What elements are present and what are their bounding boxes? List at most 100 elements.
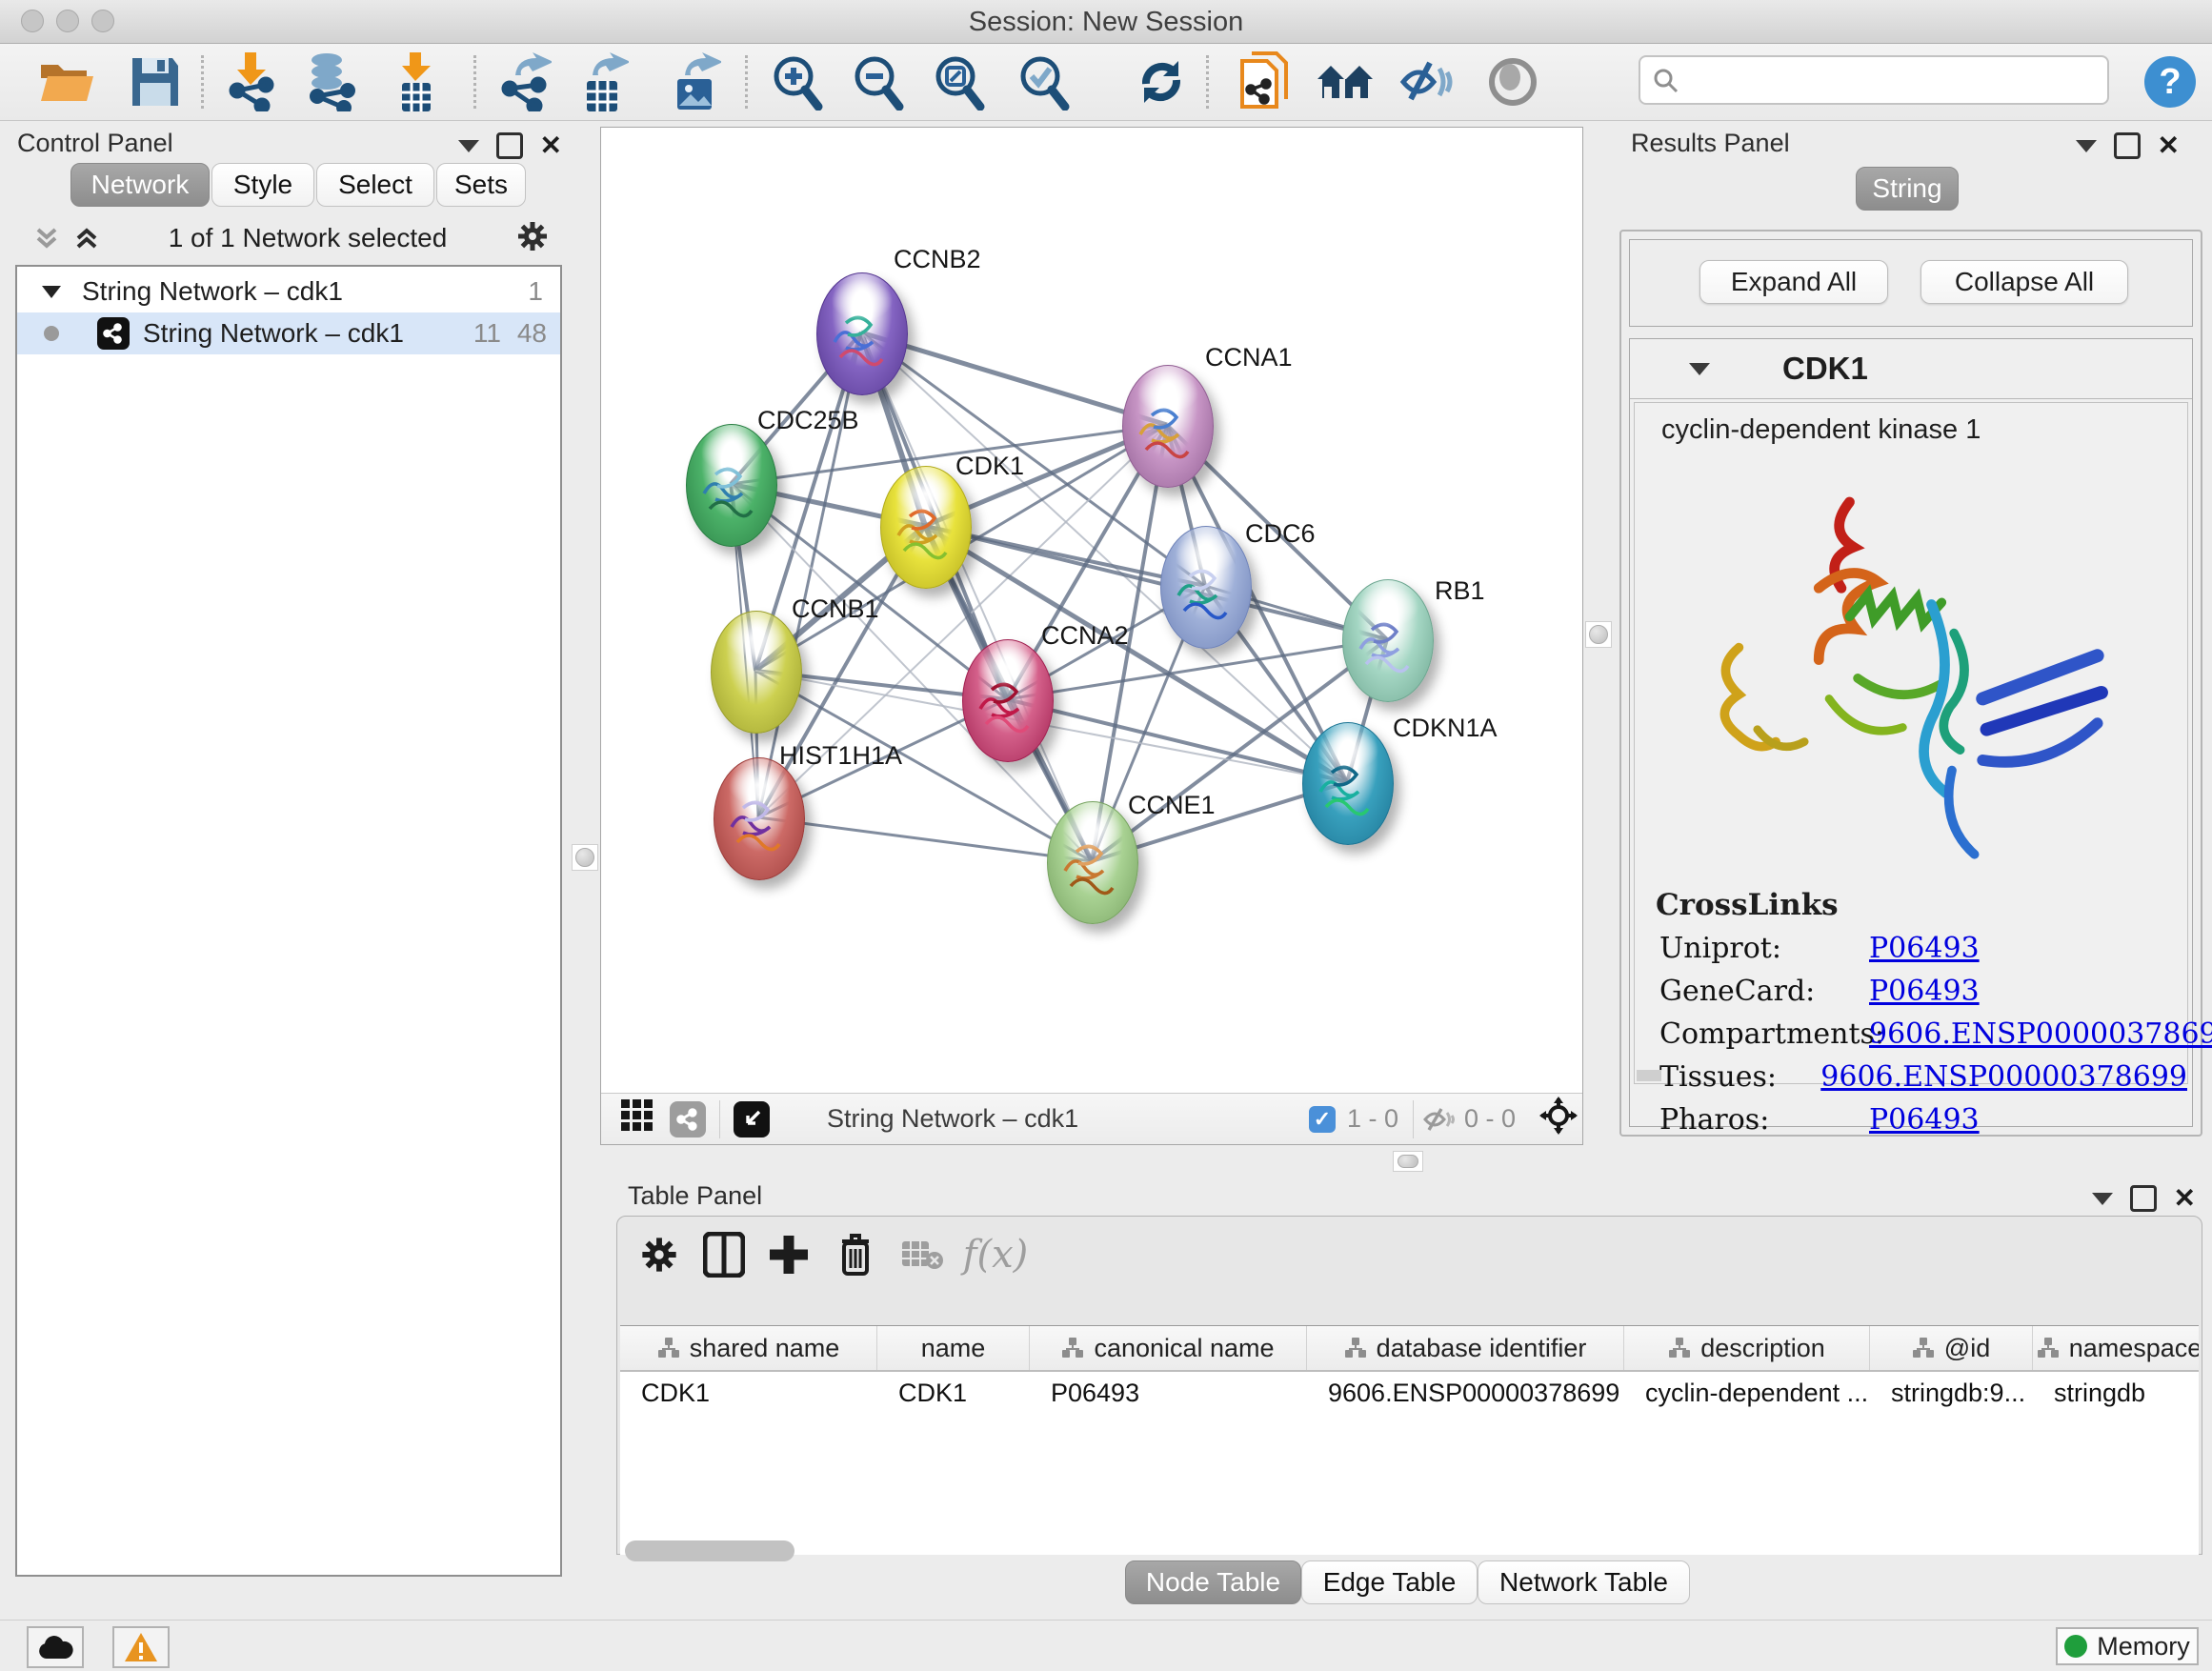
protein-section-header[interactable]: CDK1 bbox=[1630, 339, 2192, 399]
cloud-button[interactable] bbox=[27, 1626, 84, 1668]
collapse-all-networks-icon[interactable] bbox=[34, 226, 59, 251]
bottom-splitter[interactable] bbox=[1393, 1151, 1423, 1172]
pan-crosshair-icon[interactable] bbox=[1539, 1097, 1578, 1141]
export-table-icon[interactable] bbox=[572, 51, 633, 112]
zoom-in-icon[interactable] bbox=[766, 51, 827, 112]
edge-HIST1H1A-CCNE1[interactable] bbox=[758, 817, 1092, 861]
tab-sets[interactable]: Sets bbox=[436, 163, 526, 207]
section-expander-icon[interactable] bbox=[1689, 363, 1710, 375]
open-session-icon[interactable] bbox=[36, 51, 97, 112]
crosslink-compartments-link[interactable]: 9606.ENSP00000378699 bbox=[1869, 1017, 2212, 1051]
zoom-selected-icon[interactable] bbox=[1013, 51, 1074, 112]
edge-CDK1-RB1[interactable] bbox=[925, 526, 1387, 639]
panel-menu-icon[interactable] bbox=[2076, 140, 2097, 152]
network-collection-row[interactable]: String Network – cdk1 1 bbox=[17, 271, 560, 312]
string-import-icon[interactable] bbox=[1234, 51, 1295, 112]
column-header-shared-name[interactable]: shared name bbox=[620, 1326, 877, 1370]
select-columns-icon[interactable] bbox=[697, 1228, 751, 1281]
inspect-sphere-icon[interactable] bbox=[1482, 51, 1543, 112]
search-field[interactable] bbox=[1639, 55, 2109, 105]
panel-float-icon[interactable] bbox=[2130, 1185, 2157, 1212]
network-row-selected[interactable]: String Network – cdk1 11 48 bbox=[17, 312, 560, 354]
panel-menu-icon[interactable] bbox=[458, 140, 479, 152]
panel-float-icon[interactable] bbox=[2114, 132, 2141, 159]
column-header-database-identifier[interactable]: database identifier bbox=[1307, 1326, 1624, 1370]
table-cell[interactable]: 9606.ENSP00000378699 bbox=[1307, 1372, 1624, 1414]
import-network-database-icon[interactable] bbox=[301, 51, 362, 112]
tab-string[interactable]: String bbox=[1856, 167, 1959, 211]
network-view-canvas[interactable]: CCNB2CCNA1CDC25BCDK1CDC6RB1CCNB1CCNA2CDK… bbox=[600, 127, 1583, 1145]
warning-button[interactable] bbox=[112, 1626, 170, 1668]
birdseye-view-icon[interactable] bbox=[734, 1101, 770, 1137]
network-share-view-icon[interactable] bbox=[670, 1101, 706, 1137]
tab-network-table[interactable]: Network Table bbox=[1478, 1560, 1690, 1604]
panel-float-icon[interactable] bbox=[496, 132, 523, 159]
network-node-RB1[interactable] bbox=[1342, 579, 1434, 702]
network-node-HIST1H1A[interactable] bbox=[714, 757, 805, 880]
export-network-icon[interactable] bbox=[494, 51, 555, 112]
string-home-icon[interactable] bbox=[1315, 51, 1376, 112]
import-network-file-icon[interactable] bbox=[220, 51, 281, 112]
column-header-canonical-name[interactable]: canonical name bbox=[1030, 1326, 1307, 1370]
tab-network[interactable]: Network bbox=[70, 163, 210, 207]
panel-close-icon[interactable]: ✕ bbox=[2174, 1188, 2196, 1209]
network-node-CDKN1A[interactable] bbox=[1302, 722, 1394, 845]
tab-node-table[interactable]: Node Table bbox=[1125, 1560, 1301, 1604]
table-cell[interactable]: CDK1 bbox=[620, 1372, 877, 1414]
export-image-icon[interactable] bbox=[664, 51, 725, 112]
edge-CCNB2-CCNA1[interactable] bbox=[861, 332, 1167, 425]
edge-CCNB2-CCNE1[interactable] bbox=[861, 332, 1092, 861]
table-gear-icon[interactable] bbox=[633, 1228, 686, 1281]
crosslink-genecard-link[interactable]: P06493 bbox=[1869, 975, 1980, 1008]
right-splitter[interactable] bbox=[1585, 621, 1612, 648]
expand-all-button[interactable]: Expand All bbox=[1699, 260, 1888, 304]
tab-select[interactable]: Select bbox=[316, 163, 434, 207]
zoom-out-icon[interactable] bbox=[847, 51, 908, 112]
grid-view-icon[interactable] bbox=[620, 1098, 654, 1139]
add-column-icon[interactable] bbox=[762, 1228, 815, 1281]
search-input[interactable] bbox=[1679, 65, 2082, 96]
network-node-CCNB2[interactable] bbox=[816, 272, 908, 395]
column-header-namespace[interactable]: namespace bbox=[2033, 1326, 2199, 1370]
table-cell[interactable]: stringdb:9... bbox=[1870, 1372, 2033, 1414]
network-node-CCNE1[interactable] bbox=[1047, 801, 1138, 924]
table-cell[interactable]: P06493 bbox=[1030, 1372, 1307, 1414]
delete-column-icon[interactable] bbox=[829, 1228, 882, 1281]
crosslink-tissues-link[interactable]: 9606.ENSP00000378699 bbox=[1820, 1060, 2187, 1094]
refresh-icon[interactable] bbox=[1131, 51, 1192, 112]
network-node-CCNA2[interactable] bbox=[962, 639, 1054, 762]
column-header--id[interactable]: @id bbox=[1870, 1326, 2033, 1370]
tab-style[interactable]: Style bbox=[211, 163, 314, 207]
left-splitter[interactable] bbox=[572, 844, 598, 871]
show-hide-visibility-icon[interactable] bbox=[1396, 51, 1457, 112]
panel-close-icon[interactable]: ✕ bbox=[540, 135, 562, 156]
crosslink-pharos-link[interactable]: P06493 bbox=[1869, 1103, 1980, 1137]
import-table-file-icon[interactable] bbox=[385, 51, 446, 112]
network-node-CDC6[interactable] bbox=[1160, 526, 1252, 649]
column-header-name[interactable]: name bbox=[877, 1326, 1030, 1370]
network-node-CCNB1[interactable] bbox=[711, 611, 802, 734]
inner-scrollbar[interactable] bbox=[1637, 1070, 1661, 1081]
panel-close-icon[interactable]: ✕ bbox=[2158, 135, 2180, 156]
table-cell[interactable]: stringdb bbox=[2033, 1372, 2199, 1414]
tab-edge-table[interactable]: Edge Table bbox=[1301, 1560, 1478, 1604]
column-header-description[interactable]: description bbox=[1624, 1326, 1870, 1370]
help-icon[interactable]: ? bbox=[2140, 51, 2201, 112]
zoom-fit-icon[interactable] bbox=[928, 51, 989, 112]
network-options-gear-icon[interactable] bbox=[516, 220, 549, 257]
table-cell[interactable]: CDK1 bbox=[877, 1372, 1030, 1414]
selected-nodes-checkbox[interactable]: ✓ bbox=[1309, 1106, 1336, 1133]
network-node-CDK1[interactable] bbox=[880, 466, 972, 589]
network-node-CCNA1[interactable] bbox=[1122, 365, 1214, 488]
crosslink-uniprot-link[interactable]: P06493 bbox=[1869, 932, 1980, 965]
horizontal-scrollbar[interactable] bbox=[625, 1540, 794, 1561]
memory-button[interactable]: Memory bbox=[2056, 1627, 2199, 1665]
save-session-icon[interactable] bbox=[125, 51, 186, 112]
network-node-CDC25B[interactable] bbox=[686, 424, 777, 547]
table-cell[interactable]: cyclin-dependent ... bbox=[1624, 1372, 1870, 1414]
panel-menu-icon[interactable] bbox=[2092, 1193, 2113, 1205]
hidden-eye-icon bbox=[1422, 1105, 1455, 1134]
collection-expander-icon[interactable] bbox=[42, 286, 61, 298]
expand-all-networks-icon[interactable] bbox=[74, 226, 99, 251]
collapse-all-button[interactable]: Collapse All bbox=[1920, 260, 2128, 304]
